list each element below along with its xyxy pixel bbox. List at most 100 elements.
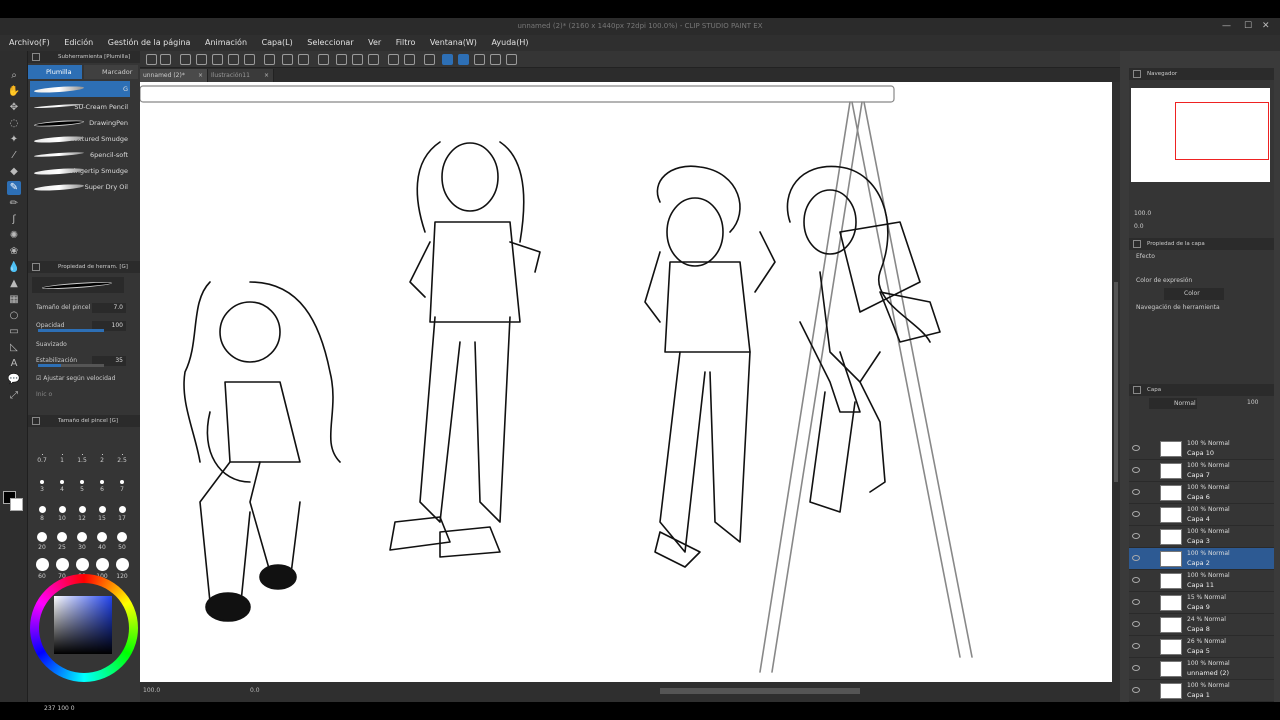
frame-icon[interactable]: ▭ [7, 325, 21, 339]
navigator-zoom[interactable]: 100.0 [1134, 210, 1151, 217]
visibility-eye-icon[interactable] [1132, 467, 1140, 473]
clear-icon[interactable] [264, 54, 275, 65]
saturation-value-square[interactable] [54, 596, 112, 654]
brush-size-option[interactable]: 4 [52, 477, 72, 501]
grid-icon[interactable] [490, 54, 501, 65]
brush-size-option[interactable]: 17 [112, 503, 132, 527]
transform-icon[interactable] [336, 54, 347, 65]
brush-g[interactable]: G [30, 81, 130, 97]
layer-row[interactable]: 100 % Normal Capa 11 [1129, 570, 1274, 592]
layer-opacity-value[interactable]: 100 [1247, 399, 1258, 406]
move-icon[interactable]: ✥ [7, 101, 21, 115]
maximize-icon[interactable]: ☐ [1244, 18, 1252, 35]
layer-row[interactable]: 100 % Normal unnamed (2) [1129, 658, 1274, 680]
visibility-eye-icon[interactable] [1132, 511, 1140, 517]
airbrush-icon[interactable]: ✺ [7, 229, 21, 243]
layer-row[interactable]: 100 % Normal Capa 10 [1129, 438, 1274, 460]
menu-icon[interactable] [146, 54, 157, 65]
visibility-eye-icon[interactable] [1132, 445, 1140, 451]
brush-size-option[interactable]: 3 [32, 477, 52, 501]
canvas-vertical-scrollbar[interactable] [1112, 82, 1120, 682]
layer-row[interactable]: 100 % Normal Capa 2 [1129, 548, 1274, 570]
close-icon[interactable]: ✕ [1262, 18, 1270, 35]
brush-size-option[interactable]: 40 [92, 529, 112, 553]
lasso-icon[interactable]: ◌ [7, 117, 21, 131]
visibility-eye-icon[interactable] [1132, 621, 1140, 627]
brush-size-option[interactable]: 1.5 [72, 451, 92, 475]
brush-size-option[interactable]: 7 [112, 477, 132, 501]
pen-icon[interactable]: ✎ [7, 181, 21, 195]
visibility-eye-icon[interactable] [1132, 533, 1140, 539]
visibility-eye-icon[interactable] [1132, 489, 1140, 495]
blend-mode-select[interactable]: Normal [1149, 398, 1197, 409]
brush-size-option[interactable]: 8 [32, 503, 52, 527]
zoom-icon[interactable]: ⌕ [7, 69, 21, 83]
stabilization-slider[interactable] [38, 364, 104, 367]
navigator-preview[interactable] [1131, 88, 1270, 182]
publish-icon[interactable] [244, 54, 255, 65]
brush-size-option[interactable]: 0.7 [32, 451, 52, 475]
horizontal-scroll-thumb[interactable] [660, 688, 860, 694]
layer-row[interactable]: 100 % Normal Capa 1 [1129, 680, 1274, 702]
eraser-icon[interactable]: ◆ [7, 165, 21, 179]
fill-icon[interactable] [352, 54, 363, 65]
save-icon[interactable] [196, 54, 207, 65]
brush-textured-smudge[interactable]: Textured Smudge [30, 131, 130, 147]
brush-size-option[interactable]: 1 [52, 451, 72, 475]
canvas-zoom-value[interactable]: 100.0 [143, 687, 160, 694]
brush-size-option[interactable]: 6 [92, 477, 112, 501]
sub-color-swatch[interactable] [10, 498, 23, 511]
menu-archivo[interactable]: Archivo(F) [9, 38, 50, 47]
open-icon[interactable] [180, 54, 191, 65]
tab-marcador[interactable]: Marcador [84, 65, 138, 79]
tab-close-icon[interactable]: × [198, 69, 203, 82]
settings-icon[interactable] [318, 54, 329, 65]
menu-filtro[interactable]: Filtro [396, 38, 416, 47]
ruler-tool-icon[interactable]: ◺ [7, 341, 21, 355]
pen-pressure-icon[interactable] [474, 54, 485, 65]
menu-animacion[interactable]: Animación [205, 38, 247, 47]
menu-gestion-pagina[interactable]: Gestión de la página [108, 38, 191, 47]
brush-size-option[interactable]: 30 [72, 529, 92, 553]
layer-row[interactable]: 100 % Normal Capa 3 [1129, 526, 1274, 548]
layer-row[interactable]: 100 % Normal Capa 4 [1129, 504, 1274, 526]
canvas-angle-value[interactable]: 0.0 [250, 687, 260, 694]
export-icon[interactable] [212, 54, 223, 65]
layer-row[interactable]: 100 % Normal Capa 7 [1129, 460, 1274, 482]
expression-color-select[interactable]: Color [1164, 288, 1224, 300]
color-wheel[interactable] [30, 574, 138, 682]
brush-size-option[interactable]: 120 [112, 555, 132, 580]
curve-snap-icon[interactable] [458, 54, 469, 65]
menu-ayuda[interactable]: Ayuda(H) [491, 38, 528, 47]
brush-size-option[interactable]: 20 [32, 529, 52, 553]
new-icon[interactable] [160, 54, 171, 65]
visibility-eye-icon[interactable] [1132, 687, 1140, 693]
layer-row[interactable]: 24 % Normal Capa 8 [1129, 614, 1274, 636]
correction-icon[interactable]: ⤢ [7, 389, 21, 403]
brush-size-option[interactable]: 50 [112, 529, 132, 553]
snap-icon[interactable] [388, 54, 399, 65]
hand-icon[interactable]: ✋ [7, 85, 21, 99]
layer-row[interactable]: 15 % Normal Capa 9 [1129, 592, 1274, 614]
text-icon[interactable]: A [7, 357, 21, 371]
balloon-icon[interactable]: 💬 [7, 373, 21, 387]
eyedropper-icon[interactable]: ⁄ [7, 149, 21, 163]
brush-size-option[interactable]: 2 [92, 451, 112, 475]
brush-icon[interactable]: ʃ [7, 213, 21, 227]
wand-icon[interactable]: ✦ [7, 133, 21, 147]
blend-icon[interactable]: 💧 [7, 261, 21, 275]
pencil-icon[interactable]: ✏ [7, 197, 21, 211]
brush-size-option[interactable]: 15 [92, 503, 112, 527]
line-snap-icon[interactable] [442, 54, 453, 65]
minimize-icon[interactable]: — [1222, 18, 1231, 35]
visibility-eye-icon[interactable] [1132, 599, 1140, 605]
layer-row[interactable]: 26 % Normal Capa 5 [1129, 636, 1274, 658]
brush-size-option[interactable]: 10 [52, 503, 72, 527]
menu-ventana[interactable]: Ventana(W) [430, 38, 477, 47]
crop-icon[interactable] [368, 54, 379, 65]
visibility-eye-icon[interactable] [1132, 555, 1140, 561]
menu-ver[interactable]: Ver [368, 38, 381, 47]
menu-seleccionar[interactable]: Seleccionar [307, 38, 353, 47]
undo-icon[interactable] [282, 54, 293, 65]
tab-plumilla[interactable]: Plumilla [28, 65, 82, 79]
